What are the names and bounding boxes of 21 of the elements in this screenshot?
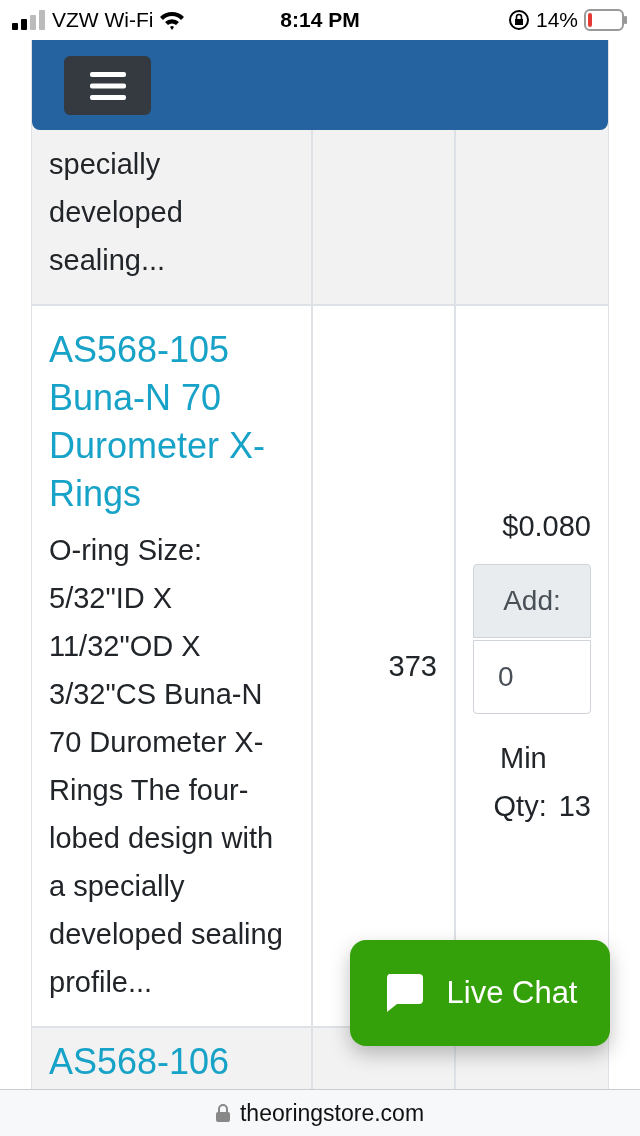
rotation-lock-icon: [507, 9, 530, 31]
url-text: theoringstore.com: [239, 1099, 425, 1127]
min-qty-value: 13: [558, 789, 591, 824]
product-link[interactable]: AS568-105 Buna-N 70 Durometer X-Rings: [49, 326, 294, 518]
quantity-field[interactable]: 0: [473, 640, 591, 714]
product-description: specially developed sealing...: [49, 147, 184, 278]
stock-count: 373: [388, 649, 437, 684]
price-text: $0.080: [502, 509, 591, 544]
menu-icon: [89, 71, 126, 100]
signal-icon: [12, 10, 46, 30]
wifi-icon: [159, 10, 186, 30]
product-description: O-ring Size: 5/32"ID X 11/32"OD X 3/32"CS Buna-N 70 Durometer X-Rings The four-lobed design with a specially developed sealing profile...: [49, 533, 284, 1000]
carrier-text: VZW Wi-Fi: [52, 8, 154, 32]
min-qty-label: Min Qty:: [492, 741, 547, 824]
add-button[interactable]: Add:: [473, 564, 591, 638]
menu-button[interactable]: [64, 56, 151, 115]
time-text: 8:14 PM: [280, 8, 360, 32]
live-chat-button[interactable]: Live Chat: [350, 940, 610, 1046]
lock-icon: [215, 1104, 230, 1122]
battery-icon: [584, 9, 628, 31]
battery-percent: 14%: [535, 8, 578, 32]
